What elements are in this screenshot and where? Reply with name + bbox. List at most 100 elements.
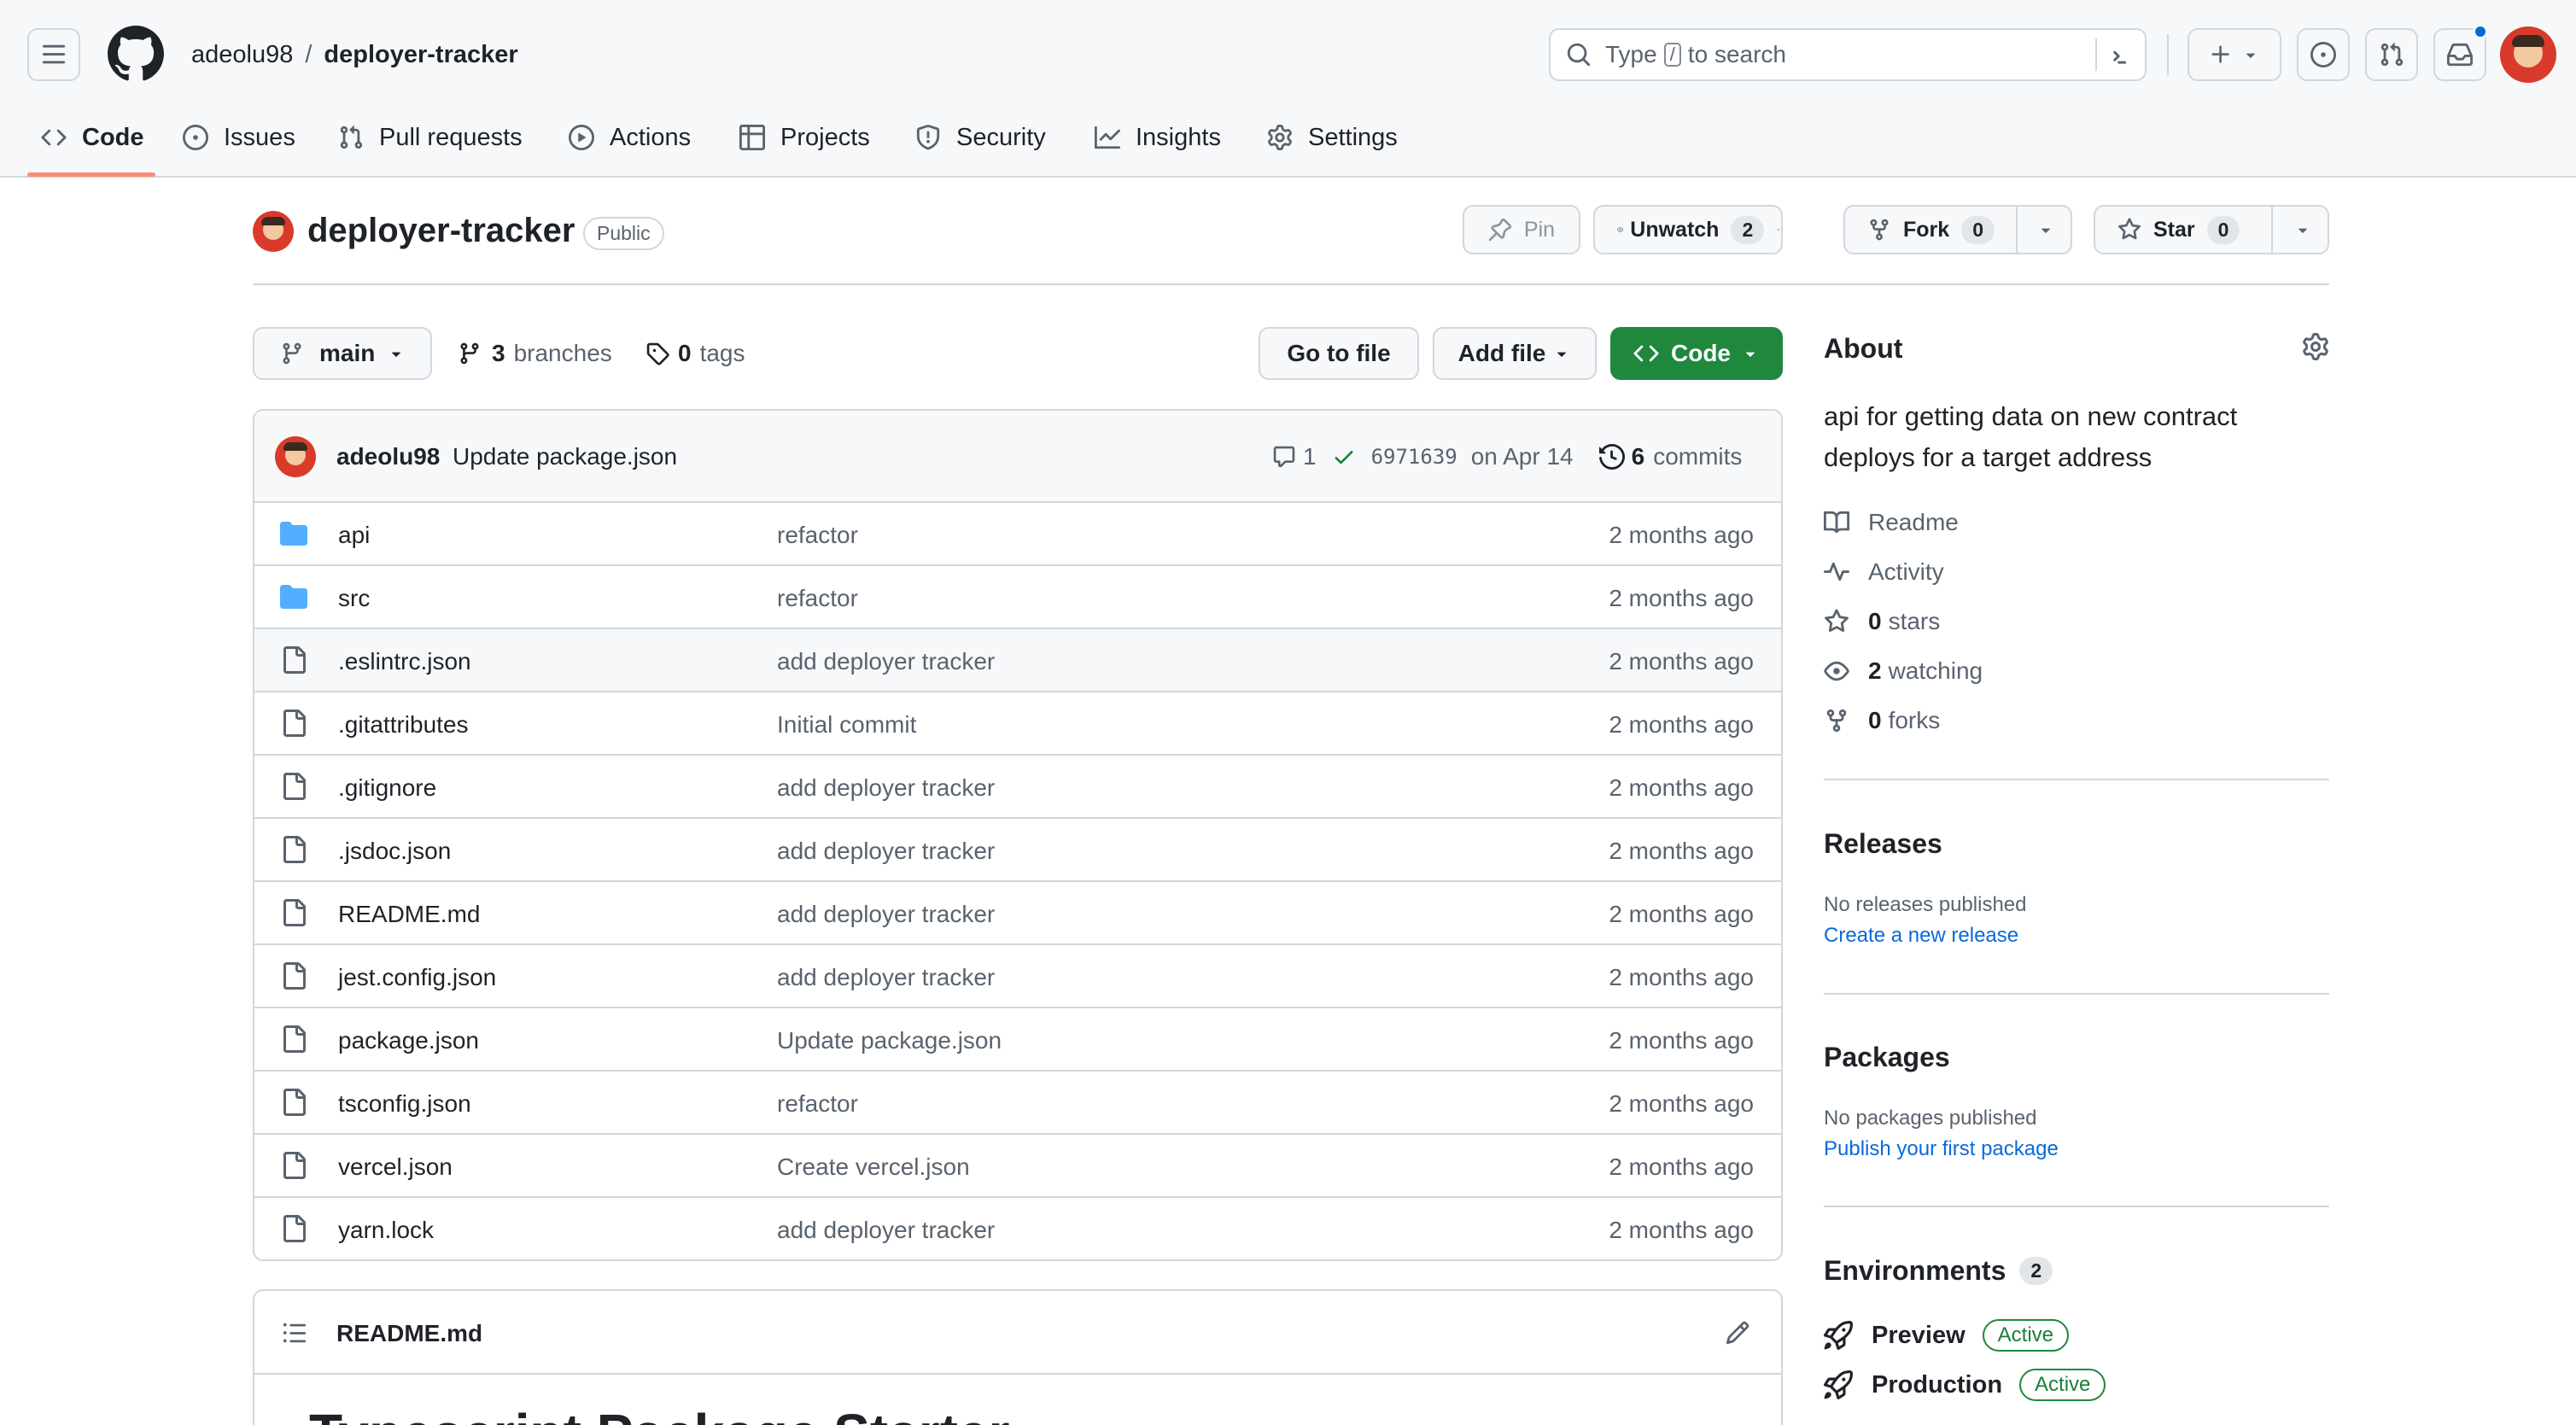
tags-link[interactable]: 0 tags bbox=[645, 340, 745, 367]
tab-settings[interactable]: Settings bbox=[1267, 116, 1398, 159]
file-name-link[interactable]: api bbox=[338, 522, 370, 549]
file-row[interactable]: .gitattributes Initial commit 2 months ago bbox=[254, 691, 1781, 754]
repo-owner-avatar[interactable] bbox=[253, 211, 294, 252]
file-commit-message[interactable]: add deployer tracker bbox=[777, 964, 995, 991]
packages-title[interactable]: Packages bbox=[1824, 1042, 1950, 1073]
create-release-link[interactable]: Create a new release bbox=[1824, 924, 2018, 948]
file-name-link[interactable]: .gitignore bbox=[338, 774, 436, 802]
create-new-button[interactable] bbox=[2188, 28, 2281, 81]
star-button[interactable]: Star 0 bbox=[2094, 205, 2329, 254]
file-row[interactable]: tsconfig.json refactor 2 months ago bbox=[254, 1070, 1781, 1133]
code-button[interactable]: Code bbox=[1610, 327, 1783, 380]
repo-link[interactable]: deployer-tracker bbox=[324, 41, 517, 69]
file-name-link[interactable]: tsconfig.json bbox=[338, 1090, 471, 1118]
tab-projects[interactable]: Projects bbox=[739, 116, 870, 159]
commit-sha[interactable]: 6971639 bbox=[1371, 445, 1457, 469]
file-commit-message[interactable]: add deployer tracker bbox=[777, 648, 995, 675]
repo-title[interactable]: deployer-tracker bbox=[307, 212, 575, 250]
owner-link[interactable]: adeolu98 bbox=[191, 41, 293, 69]
tab-insights[interactable]: Insights bbox=[1095, 116, 1221, 159]
file-name-link[interactable]: jest.config.json bbox=[338, 964, 496, 991]
environment-production[interactable]: Production Active bbox=[1824, 1366, 2106, 1404]
watching-link[interactable]: 2 watching bbox=[1824, 654, 1983, 688]
file-commit-message[interactable]: refactor bbox=[777, 1090, 858, 1118]
go-to-file-button[interactable]: Go to file bbox=[1259, 327, 1419, 380]
pull-requests-shortcut-button[interactable] bbox=[2365, 28, 2418, 81]
file-name-link[interactable]: README.md bbox=[338, 901, 480, 928]
file-row[interactable]: .jsdoc.json add deployer tracker 2 months … bbox=[254, 817, 1781, 880]
file-commit-message[interactable]: Initial commit bbox=[777, 711, 916, 739]
search-input[interactable]: Type / to search bbox=[1549, 28, 2147, 81]
eye-icon bbox=[1617, 227, 1624, 232]
github-logo-icon[interactable] bbox=[108, 26, 164, 82]
file-name-link[interactable]: src bbox=[338, 585, 370, 612]
tab-pull-requests[interactable]: Pull requests bbox=[338, 116, 523, 159]
fork-icon bbox=[1870, 219, 1889, 241]
forks-link[interactable]: 0 forks bbox=[1824, 704, 1940, 738]
comment-icon[interactable] bbox=[1272, 445, 1296, 469]
commits-link[interactable]: 6 commits bbox=[1632, 443, 1743, 470]
activity-link[interactable]: Activity bbox=[1824, 555, 1944, 589]
file-row[interactable]: yarn.lock add deployer tracker 2 months ag… bbox=[254, 1196, 1781, 1259]
file-commit-message[interactable]: add deployer tracker bbox=[777, 1217, 995, 1244]
file-name-link[interactable]: yarn.lock bbox=[338, 1217, 434, 1244]
fork-button[interactable]: Fork 0 bbox=[1843, 205, 2072, 254]
environment-preview[interactable]: Preview Active bbox=[1824, 1317, 2069, 1354]
file-row[interactable]: README.md add deployer tracker 2 months ag… bbox=[254, 880, 1781, 943]
file-commit-message[interactable]: Create vercel.json bbox=[777, 1153, 970, 1181]
branches-link[interactable]: 3 branches bbox=[458, 340, 612, 367]
commit-author[interactable]: adeolu98 bbox=[336, 443, 440, 470]
file-commit-message[interactable]: refactor bbox=[777, 585, 858, 612]
file-row[interactable]: vercel.json Create vercel.json 2 months ag… bbox=[254, 1133, 1781, 1196]
tab-actions[interactable]: Actions bbox=[569, 116, 691, 159]
commit-author-avatar[interactable] bbox=[275, 436, 316, 477]
readme-link[interactable]: Readme bbox=[1824, 505, 1959, 540]
file-name-link[interactable]: .gitattributes bbox=[338, 711, 469, 739]
pencil-icon[interactable] bbox=[1725, 1320, 1750, 1346]
branch-select[interactable]: main bbox=[253, 327, 432, 380]
tab-security[interactable]: Security bbox=[915, 116, 1046, 159]
activity-label: Activity bbox=[1868, 558, 1944, 585]
file-name-link[interactable]: package.json bbox=[338, 1027, 479, 1054]
file-row[interactable]: jest.config.json add deployer tracker 2 mo… bbox=[254, 943, 1781, 1007]
file-name-link[interactable]: .eslintrc.json bbox=[338, 648, 471, 675]
gear-icon[interactable] bbox=[2302, 333, 2329, 360]
file-icon bbox=[280, 962, 307, 990]
command-palette-icon[interactable] bbox=[2109, 43, 2135, 68]
file-commit-message[interactable]: add deployer tracker bbox=[777, 774, 995, 802]
file-commit-age: 2 months ago bbox=[1609, 1153, 1754, 1180]
file-row[interactable]: src refactor 2 months ago bbox=[254, 564, 1781, 628]
file-row[interactable]: .eslintrc.json add deployer tracker 2 mont… bbox=[254, 628, 1781, 691]
file-commit-message[interactable]: add deployer tracker bbox=[777, 838, 995, 865]
stars-link[interactable]: 0 stars bbox=[1824, 604, 1940, 639]
pull-request-icon bbox=[2380, 43, 2404, 67]
add-file-button[interactable]: Add file bbox=[1433, 327, 1597, 380]
graph-icon bbox=[1095, 126, 1120, 149]
list-icon[interactable] bbox=[282, 1320, 307, 1346]
unwatch-button[interactable]: Unwatch 2 bbox=[1593, 205, 1783, 254]
readme-file-title[interactable]: README.md bbox=[336, 1320, 482, 1347]
caret-down-icon[interactable] bbox=[2293, 220, 2312, 239]
readme-heading: Typescript Package Starter bbox=[309, 1402, 1010, 1425]
tab-code[interactable]: Code bbox=[41, 116, 144, 159]
user-avatar[interactable] bbox=[2500, 26, 2556, 83]
file-commit-message[interactable]: Update package.json bbox=[777, 1027, 1002, 1054]
file-row[interactable]: api refactor 2 months ago bbox=[254, 501, 1781, 564]
pin-button[interactable]: Pin bbox=[1463, 205, 1580, 254]
commit-message[interactable]: Update package.json bbox=[453, 443, 677, 470]
file-commit-message[interactable]: refactor bbox=[777, 522, 858, 549]
menu-button[interactable] bbox=[27, 28, 80, 81]
file-row[interactable]: package.json Update package.json 2 months … bbox=[254, 1007, 1781, 1070]
environments-title[interactable]: Environments bbox=[1824, 1255, 2006, 1287]
caret-down-icon[interactable] bbox=[2036, 220, 2055, 239]
file-name-link[interactable]: .jsdoc.json bbox=[338, 838, 451, 865]
releases-title[interactable]: Releases bbox=[1824, 828, 1942, 860]
tab-issues[interactable]: Issues bbox=[183, 116, 295, 159]
file-commit-message[interactable]: add deployer tracker bbox=[777, 901, 995, 928]
check-icon[interactable] bbox=[1332, 445, 1356, 469]
issues-shortcut-button[interactable] bbox=[2297, 28, 2350, 81]
file-name-link[interactable]: vercel.json bbox=[338, 1153, 453, 1181]
sidebar-divider bbox=[1824, 779, 2329, 780]
publish-package-link[interactable]: Publish your first package bbox=[1824, 1137, 2059, 1161]
file-row[interactable]: .gitignore add deployer tracker 2 months a… bbox=[254, 754, 1781, 817]
